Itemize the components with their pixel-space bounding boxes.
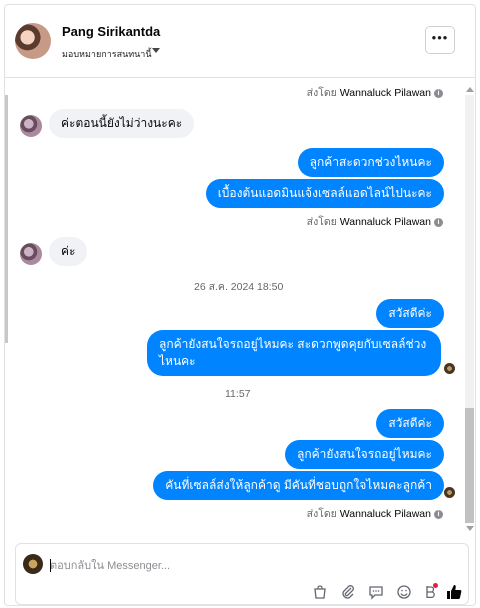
thread-scrollbar[interactable] xyxy=(464,83,475,538)
outgoing-message[interactable]: คันที่เซลล์ส่งให้ลูกค้าดู มีคันที่ชอบถูก… xyxy=(153,471,444,500)
info-icon[interactable]: i xyxy=(434,88,443,98)
text-cursor xyxy=(50,559,51,572)
more-options-button[interactable]: ••• xyxy=(425,26,455,54)
scroll-up-icon[interactable] xyxy=(466,87,474,92)
contact-avatar-small xyxy=(20,243,42,265)
outgoing-message[interactable]: สวัสดีค่ะ xyxy=(376,409,444,438)
outgoing-message[interactable]: เบื้องต้นแอดมินแจ้งเซลล์แอดไลน์ไปนะคะ xyxy=(205,179,444,208)
outgoing-message[interactable]: ลูกค้ายังสนใจรถอยู่ไหมคะ สะดวกพูดคุยกับเ… xyxy=(147,330,441,376)
shop-icon[interactable] xyxy=(312,584,328,600)
incoming-message[interactable]: ค่ะตอนนี้ยังไม่ว่างนะคะ xyxy=(49,109,195,138)
incoming-message[interactable]: ค่ะ xyxy=(49,237,88,266)
left-edge-scrollbar xyxy=(5,95,8,343)
assign-conversation-link[interactable]: มอบหมายการสนทนานี้ xyxy=(62,47,152,61)
outgoing-message[interactable]: สวัสดีค่ะ xyxy=(376,299,444,328)
page-avatar xyxy=(23,554,43,574)
sent-by-label: ส่งโดย Wannaluck Pilawan i xyxy=(307,505,443,522)
info-icon[interactable]: i xyxy=(434,509,443,519)
contact-name[interactable]: Pang Sirikantda xyxy=(62,24,160,39)
payment-icon[interactable] xyxy=(422,583,438,600)
attachment-icon[interactable] xyxy=(340,584,356,600)
chevron-down-icon[interactable] xyxy=(152,48,160,53)
info-icon[interactable]: i xyxy=(434,217,443,227)
seen-avatar xyxy=(444,487,455,498)
contact-avatar-small xyxy=(20,115,42,137)
like-icon[interactable] xyxy=(446,584,462,600)
seen-avatar xyxy=(444,363,455,374)
contact-avatar[interactable] xyxy=(15,23,51,59)
saved-reply-icon[interactable] xyxy=(368,584,384,600)
sent-by-label: ส่งโดย Wannaluck Pilawan i xyxy=(307,213,443,230)
notification-dot xyxy=(433,583,438,588)
emoji-icon[interactable] xyxy=(396,584,412,600)
sent-by-label: ส่งโดย Wannaluck Pilawan i xyxy=(307,84,443,101)
scroll-down-icon[interactable] xyxy=(466,526,474,531)
reply-composer xyxy=(15,543,469,605)
reply-input[interactable] xyxy=(50,558,350,574)
message-timestamp: 11:57 xyxy=(225,388,251,400)
outgoing-message[interactable]: ลูกค้าสะดวกช่วงไหนคะ xyxy=(297,148,444,177)
conversation-panel: Pang Sirikantda มอบหมายการสนทนานี้ ••• ส… xyxy=(4,4,476,606)
conversation-header: Pang Sirikantda มอบหมายการสนทนานี้ ••• xyxy=(5,5,475,78)
scrollbar-thumb[interactable] xyxy=(465,408,474,523)
message-timestamp: 26 ส.ค. 2024 18:50 xyxy=(194,281,284,293)
outgoing-message[interactable]: ลูกค้ายังสนใจรถอยู่ไหมคะ xyxy=(285,440,444,469)
